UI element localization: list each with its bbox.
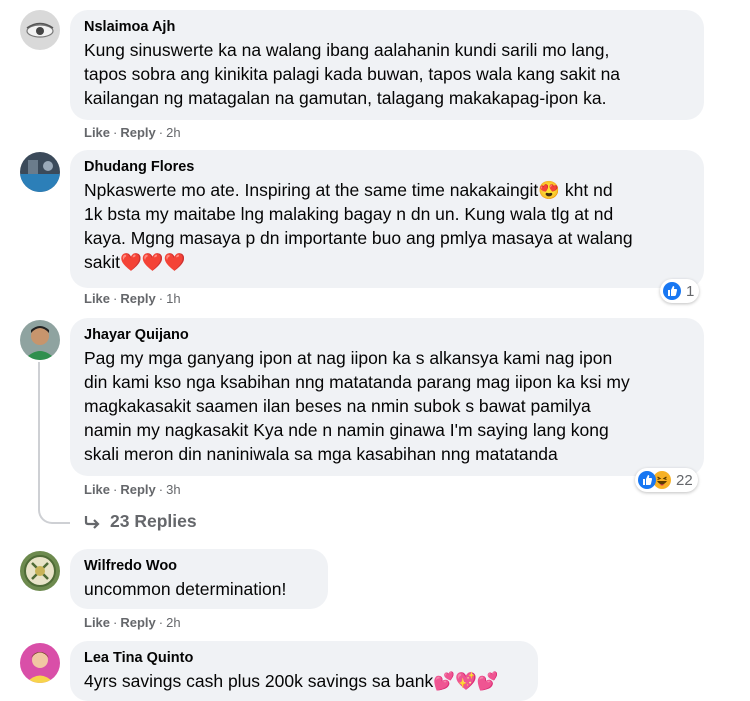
comment-actions: Like · Reply · 1h: [84, 291, 181, 306]
comment-author[interactable]: Dhudang Flores: [84, 158, 690, 176]
like-icon: [663, 282, 681, 300]
replies-label: 23 Replies: [110, 511, 197, 531]
view-replies-button[interactable]: 23 Replies: [84, 511, 197, 532]
thread-line: [38, 362, 40, 502]
comment-bubble: Nslaimoa Ajh Kung sinuswerte ka na walan…: [70, 10, 704, 120]
comment-text: 4yrs savings cash plus 200k savings sa b…: [84, 669, 524, 693]
reaction-summary[interactable]: 1: [660, 279, 700, 303]
comment-bubble: Wilfredo Woo uncommon determination!: [70, 549, 328, 609]
comment-line: namin my nagkasakit Kya nde n namin gina…: [84, 420, 609, 440]
comment-line: magkakasakit saamen ilan beses na nmin s…: [84, 396, 591, 416]
comment-line: Pag my mga ganyang ipon at nag iipon ka …: [84, 348, 613, 368]
like-button[interactable]: Like: [84, 482, 110, 497]
comment-line: skali meron din naniniwala sa mga kasabi…: [84, 444, 558, 464]
comment-actions: Like · Reply · 2h: [84, 125, 181, 140]
comment-author[interactable]: Nslaimoa Ajh: [84, 18, 690, 36]
comment-line: 4yrs savings cash plus 200k savings sa b…: [84, 671, 499, 691]
comment-line: tapos sobra ang kinikita palagi kada buw…: [84, 64, 621, 84]
comment-line: din kami kso nga ksabihan nng matatanda …: [84, 372, 630, 392]
reaction-summary[interactable]: 22: [635, 468, 698, 492]
comment-line: uncommon determination!: [84, 579, 287, 599]
avatar[interactable]: [20, 320, 60, 360]
comment-text: Npkaswerte mo ate. Inspiring at the same…: [84, 178, 690, 274]
comment-author[interactable]: Wilfredo Woo: [84, 557, 314, 575]
like-icon: [638, 471, 656, 489]
like-button[interactable]: Like: [84, 291, 110, 306]
comment-actions: Like · Reply · 2h: [84, 615, 181, 630]
comment-time[interactable]: 1h: [166, 291, 180, 306]
avatar[interactable]: [20, 10, 60, 50]
comment-line: Kung sinuswerte ka na walang ibang aalah…: [84, 40, 610, 60]
comment-line: sakit❤️❤️❤️: [84, 252, 186, 272]
comment-line: 1k bsta my maitabe lng malaking bagay n …: [84, 204, 614, 224]
comment-time[interactable]: 2h: [166, 615, 180, 630]
reaction-count: 22: [676, 471, 693, 489]
reply-arrow-icon: [84, 515, 100, 529]
like-button[interactable]: Like: [84, 615, 110, 630]
comment-line: kaya. Mgng masaya p dn importante buo an…: [84, 228, 633, 248]
comment-text: Kung sinuswerte ka na walang ibang aalah…: [84, 38, 690, 110]
reply-button[interactable]: Reply: [120, 125, 155, 140]
reply-button[interactable]: Reply: [120, 615, 155, 630]
reaction-count: 1: [686, 282, 695, 300]
avatar[interactable]: [20, 643, 60, 683]
comment-text: Pag my mga ganyang ipon at nag iipon ka …: [84, 346, 690, 466]
avatar[interactable]: [20, 551, 60, 591]
comment-line: Npkaswerte mo ate. Inspiring at the same…: [84, 180, 613, 200]
comment-bubble: Jhayar Quijano Pag my mga ganyang ipon a…: [70, 318, 704, 476]
comment-time[interactable]: 2h: [166, 125, 180, 140]
reply-button[interactable]: Reply: [120, 291, 155, 306]
reply-button[interactable]: Reply: [120, 482, 155, 497]
comment-author[interactable]: Lea Tina Quinto: [84, 649, 524, 667]
comment-bubble: Lea Tina Quinto 4yrs savings cash plus 2…: [70, 641, 538, 701]
comment-actions: Like · Reply · 3h: [84, 482, 181, 497]
comment-bubble: Dhudang Flores Npkaswerte mo ate. Inspir…: [70, 150, 704, 288]
avatar[interactable]: [20, 152, 60, 192]
comment-line: kailangan ng matagalan na gamutan, talag…: [84, 88, 607, 108]
comment-time[interactable]: 3h: [166, 482, 180, 497]
comment-text: uncommon determination!: [84, 577, 314, 601]
like-button[interactable]: Like: [84, 125, 110, 140]
thread-connector: [38, 502, 70, 524]
comment-author[interactable]: Jhayar Quijano: [84, 326, 690, 344]
